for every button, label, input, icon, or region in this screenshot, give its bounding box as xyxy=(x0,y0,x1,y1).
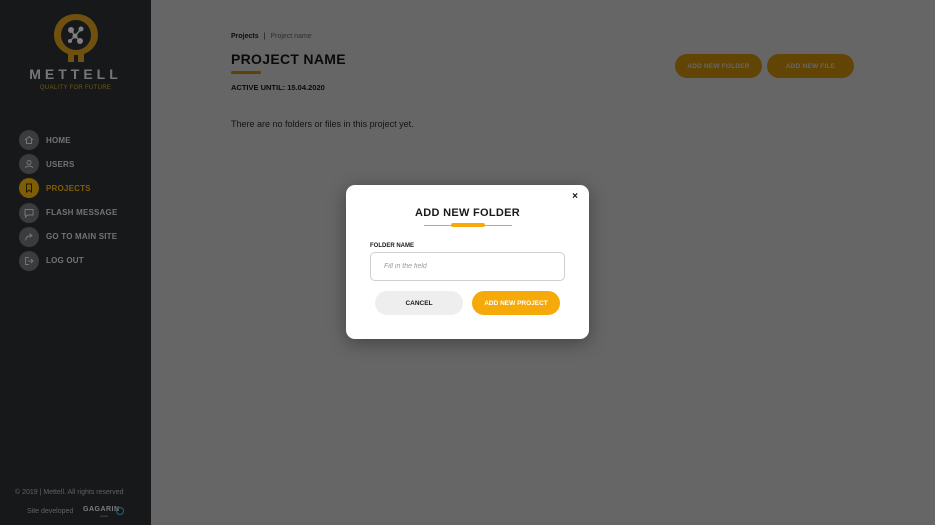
footer-copyright: © 2019 | Mettell. All rights reserved xyxy=(15,489,124,496)
message-icon xyxy=(19,202,39,223)
modal-title: ADD NEW FOLDER xyxy=(414,207,521,219)
sidebar-item-logout[interactable]: LOG OUT xyxy=(19,250,144,271)
brand-name: METTELL xyxy=(29,66,122,82)
breadcrumb-separator: | xyxy=(263,33,266,40)
page-title: PROJECT NAME xyxy=(231,51,346,67)
home-icon xyxy=(19,130,39,150)
folder-name-input[interactable] xyxy=(370,252,565,281)
developer-ring-icon xyxy=(116,507,124,515)
active-until: ACTIVE UNTIL: 15.04.2020 xyxy=(231,83,325,92)
footer-developed: Site developed xyxy=(27,508,74,515)
logo[interactable]: METTELL QUALITY FOR FUTURE xyxy=(0,12,151,91)
sidebar-item-main-site[interactable]: GO TO MAIN SITE xyxy=(19,226,144,247)
add-file-button[interactable]: ADD NEW FILE xyxy=(767,54,854,78)
add-folder-button[interactable]: ADD NEW FOLDER xyxy=(675,54,762,78)
logout-icon xyxy=(19,250,39,271)
sidebar-item-projects[interactable]: PROJECTS xyxy=(19,178,144,199)
sidebar: METTELL QUALITY FOR FUTURE HOME USERS PR… xyxy=(0,0,151,525)
sidebar-item-label: PROJECTS xyxy=(46,183,91,193)
sidebar-item-label: HOME xyxy=(46,135,71,145)
breadcrumb-projects[interactable]: Projects xyxy=(231,33,259,40)
sidebar-item-label: GO TO MAIN SITE xyxy=(46,232,118,242)
empty-message: There are no folders or files in this pr… xyxy=(231,119,414,129)
breadcrumb: Projects | Project name xyxy=(231,33,312,40)
title-underline xyxy=(231,71,261,74)
close-icon[interactable]: × xyxy=(569,191,581,203)
sidebar-item-flash-message[interactable]: FLASH MESSAGE xyxy=(19,202,144,223)
developer-logo-sub: studio xyxy=(100,514,109,518)
user-icon xyxy=(19,154,39,175)
sidebar-item-label: LOG OUT xyxy=(46,256,84,266)
brand-tagline: QUALITY FOR FUTURE xyxy=(39,85,112,91)
cancel-button[interactable]: CANCEL xyxy=(375,291,463,315)
folder-name-label: FOLDER NAME xyxy=(370,243,414,249)
add-new-project-button[interactable]: ADD NEW PROJECT xyxy=(472,291,560,315)
sidebar-item-home[interactable]: HOME xyxy=(19,130,144,150)
sidebar-item-users[interactable]: USERS xyxy=(19,154,144,175)
modal-title-underline xyxy=(424,223,512,227)
underline-pill xyxy=(451,223,485,227)
sidebar-nav: HOME USERS PROJECTS FLASH MESSAGE GO TO … xyxy=(19,130,144,275)
developer-logo[interactable]: GAGARIN xyxy=(83,506,120,513)
logo-icon xyxy=(53,14,98,62)
share-icon xyxy=(19,226,39,247)
sidebar-item-label: FLASH MESSAGE xyxy=(46,208,118,218)
breadcrumb-current: Project name xyxy=(270,33,312,40)
add-folder-modal: × ADD NEW FOLDER FOLDER NAME CANCEL ADD … xyxy=(346,185,589,339)
bookmark-icon xyxy=(19,178,39,199)
sidebar-item-label: USERS xyxy=(46,159,75,169)
